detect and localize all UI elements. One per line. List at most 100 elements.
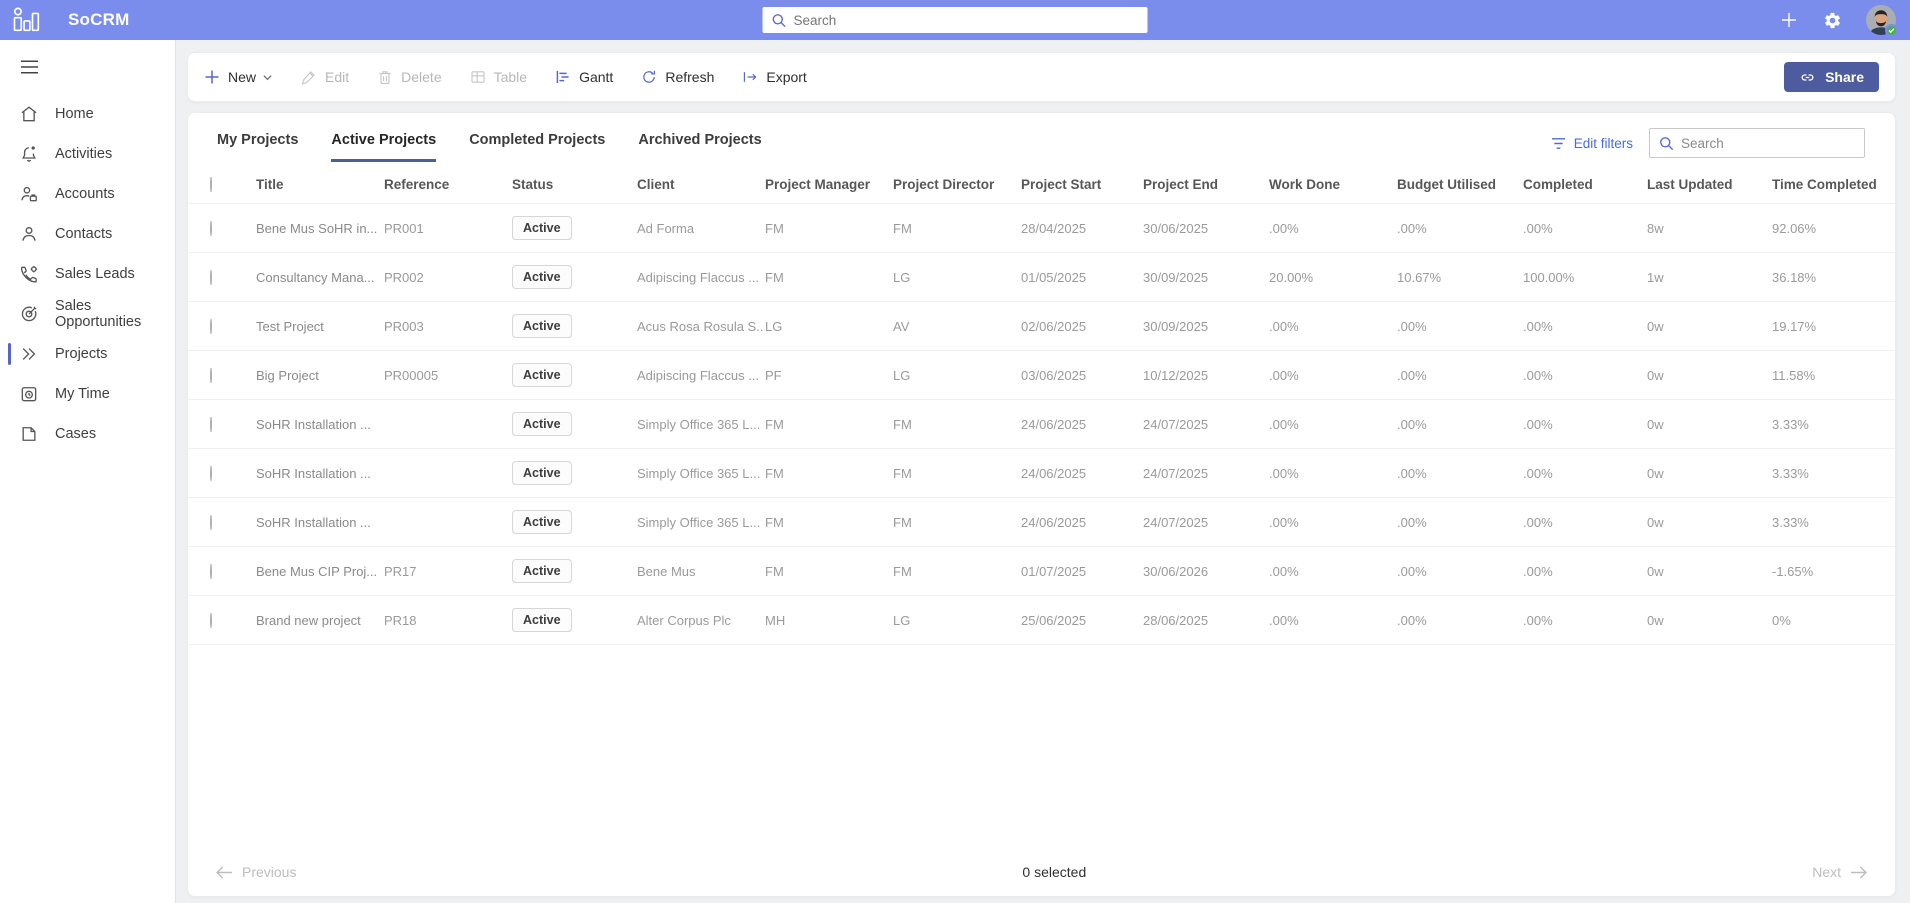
column-header[interactable]: Project End [1143, 177, 1269, 192]
select-all-checkbox[interactable] [210, 177, 212, 192]
cell-time-completed: 3.33% [1772, 465, 1809, 481]
table-row[interactable]: Brand new project PR18 Active Alter Corp… [188, 596, 1895, 645]
cell-title: SoHR Installation ... [256, 514, 371, 530]
edit-filters-button[interactable]: Edit filters [1551, 136, 1633, 151]
table-button[interactable]: Table [470, 69, 527, 85]
table-row[interactable]: Test Project PR003 Active Acus Rosa Rosu… [188, 302, 1895, 351]
sidebar-item-label: My Time [55, 386, 110, 402]
sidebar-item-label: Accounts [55, 186, 115, 202]
cell-client: Adipiscing Flaccus ... [637, 367, 760, 383]
settings-button[interactable] [1823, 11, 1842, 30]
column-header[interactable]: Last Updated [1647, 177, 1772, 192]
column-header[interactable]: Time Completed [1772, 177, 1887, 192]
row-checkbox[interactable] [210, 220, 212, 236]
table-row[interactable]: SoHR Installation ... Active Simply Offi… [188, 498, 1895, 547]
cell-reference: PR00005 [384, 367, 439, 383]
cell-project-end: 10/12/2025 [1143, 367, 1209, 383]
row-checkbox[interactable] [210, 416, 212, 432]
table-row[interactable]: Consultancy Mana... PR002 Active Adipisc… [188, 253, 1895, 302]
column-header[interactable]: Project Director [893, 177, 1021, 192]
cell-reference: PR001 [384, 220, 424, 236]
cell-last-updated: 0w [1647, 367, 1664, 383]
cell-work-done: .00% [1269, 514, 1299, 530]
row-checkbox[interactable] [210, 563, 212, 579]
cell-work-done: .00% [1269, 367, 1299, 383]
cell-project-director: FM [893, 220, 912, 236]
cell-project-end: 30/06/2025 [1143, 220, 1209, 236]
command-bar: New Edit Delete Table Gantt Refresh Expo… [187, 52, 1896, 102]
home-icon [19, 104, 39, 124]
column-header[interactable]: Reference [384, 177, 512, 192]
cell-work-done: .00% [1269, 563, 1299, 579]
cell-client: Simply Office 365 L... [637, 514, 761, 530]
table-row[interactable]: Bene Mus SoHR in... PR001 Active Ad Form… [188, 204, 1895, 253]
cell-project-start: 02/06/2025 [1021, 318, 1087, 334]
table-row[interactable]: SoHR Installation ... Active Simply Offi… [188, 400, 1895, 449]
cell-last-updated: 0w [1647, 514, 1664, 530]
table-row[interactable]: Big Project PR00005 Active Adipiscing Fl… [188, 351, 1895, 400]
cell-project-start: 01/07/2025 [1021, 563, 1087, 579]
row-checkbox[interactable] [210, 269, 212, 285]
column-header[interactable]: Completed [1523, 177, 1647, 192]
global-search-input[interactable] [793, 12, 1139, 28]
sidebar-item-cases[interactable]: Cases [0, 414, 175, 454]
tab-completed-projects[interactable]: Completed Projects [469, 132, 605, 162]
cell-time-completed: 3.33% [1772, 416, 1809, 432]
hamburger-button[interactable] [0, 54, 175, 94]
edit-button[interactable]: Edit [301, 69, 349, 85]
delete-button[interactable]: Delete [377, 69, 442, 85]
table-row[interactable]: SoHR Installation ... Active Simply Offi… [188, 449, 1895, 498]
sidebar-item-sales-leads[interactable]: Sales Leads [0, 254, 175, 294]
cell-completed: .00% [1523, 514, 1553, 530]
column-header[interactable]: Project Manager [765, 177, 893, 192]
cell-completed: 100.00% [1523, 269, 1575, 285]
tab-archived-projects[interactable]: Archived Projects [638, 132, 761, 162]
row-checkbox[interactable] [210, 367, 212, 383]
cell-project-director: AV [893, 318, 910, 334]
sidebar-item-label: Projects [55, 346, 108, 362]
share-button[interactable]: Share [1784, 62, 1879, 92]
cell-reference: PR17 [384, 563, 417, 579]
row-checkbox[interactable] [210, 514, 212, 530]
table-row[interactable]: Bene Mus CIP Proj... PR17 Active Bene Mu… [188, 547, 1895, 596]
sidebar-item-contacts[interactable]: Contacts [0, 214, 175, 254]
arrow-left-icon [216, 865, 233, 879]
cell-project-manager: PF [765, 367, 782, 383]
next-button[interactable]: Next [1812, 864, 1867, 880]
gantt-button[interactable]: Gantt [555, 69, 613, 85]
sidebar-item-activities[interactable]: Activities [0, 134, 175, 174]
cell-budget-utilised: .00% [1397, 220, 1427, 236]
cell-title: Big Project [256, 367, 319, 383]
sidebar-item-sales-opportunities[interactable]: Sales Opportunities [0, 294, 175, 334]
avatar[interactable] [1866, 5, 1898, 37]
column-header[interactable]: Budget Utilised [1397, 177, 1523, 192]
export-button[interactable]: Export [742, 69, 807, 85]
search-icon [1659, 136, 1674, 151]
row-checkbox[interactable] [210, 612, 212, 628]
row-checkbox[interactable] [210, 318, 212, 334]
sidebar-item-accounts[interactable]: Accounts [0, 174, 175, 214]
tab-active-projects[interactable]: Active Projects [331, 132, 437, 162]
cell-project-start: 24/06/2025 [1021, 465, 1087, 481]
cell-project-manager: MH [765, 612, 786, 628]
column-header[interactable]: Project Start [1021, 177, 1143, 192]
previous-button[interactable]: Previous [216, 864, 296, 880]
cell-work-done: .00% [1269, 220, 1299, 236]
column-header[interactable]: Title [256, 177, 384, 192]
cell-completed: .00% [1523, 318, 1553, 334]
row-checkbox[interactable] [210, 465, 212, 481]
cell-budget-utilised: .00% [1397, 367, 1427, 383]
column-header[interactable]: Work Done [1269, 177, 1397, 192]
sidebar-item-projects[interactable]: Projects [0, 334, 175, 374]
tab-my-projects[interactable]: My Projects [217, 132, 298, 162]
column-header[interactable]: Status [512, 177, 637, 192]
trash-icon [377, 69, 393, 85]
add-button[interactable] [1779, 10, 1799, 30]
sidebar-item-home[interactable]: Home [0, 94, 175, 134]
cell-project-end: 30/09/2025 [1143, 318, 1209, 334]
new-button[interactable]: New [204, 69, 273, 85]
grid-search-input[interactable] [1681, 135, 1858, 151]
column-header[interactable]: Client [637, 177, 765, 192]
sidebar-item-my-time[interactable]: My Time [0, 374, 175, 414]
refresh-button[interactable]: Refresh [641, 69, 714, 85]
